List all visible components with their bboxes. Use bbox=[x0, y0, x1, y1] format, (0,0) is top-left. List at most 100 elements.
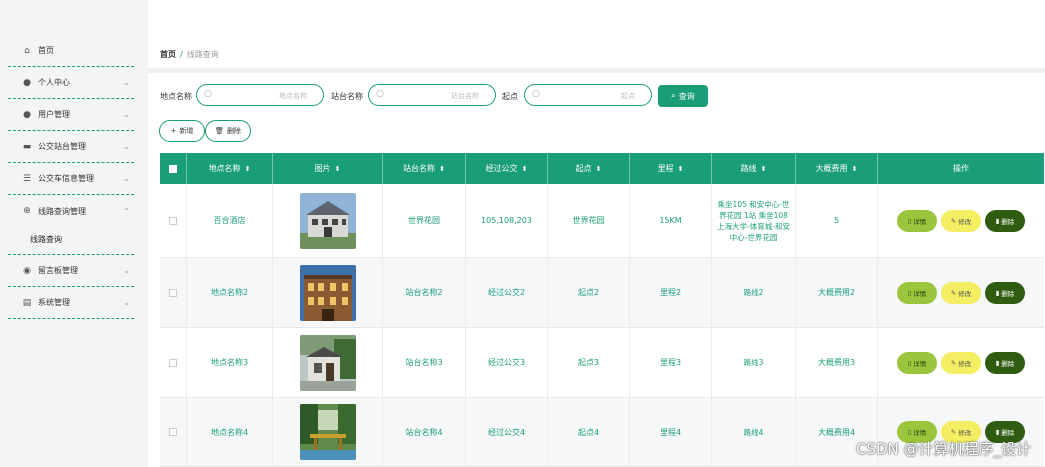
row-checkbox-cell[interactable] bbox=[160, 184, 187, 257]
edit-label: 修改 bbox=[958, 217, 972, 226]
clipboard-icon: ▤ bbox=[22, 297, 32, 308]
hotel-photo bbox=[299, 192, 356, 249]
col-route[interactable]: 路线 ⬍ bbox=[712, 153, 796, 184]
cell-station: 站台名称4 bbox=[383, 398, 466, 466]
cell-mileage: 里程3 bbox=[630, 328, 712, 397]
file-icon: ▯ bbox=[907, 288, 912, 297]
sidebar-item-label: 留言板管理 bbox=[38, 266, 78, 275]
sidebar-item-home[interactable]: ⌂ 首页 bbox=[8, 35, 134, 67]
cell-actions: ▯ 详情 ✎ 修改 ▮ 删除 bbox=[878, 258, 1044, 327]
table-header: 地点名称 ⬍ 图片 ⬍ 站台名称 ⬍ 经过公交 ⬍ 起点 ⬍ 里程 ⬍ 路线 ⬍ 大概费用 ⬍ … bbox=[160, 153, 1044, 184]
detail-button[interactable]: ▯ 详情 bbox=[897, 281, 937, 304]
search-button[interactable]: ⌕ 查询 bbox=[658, 85, 708, 107]
row-checkbox[interactable] bbox=[169, 428, 177, 436]
delete-button[interactable]: ▮ 删除 bbox=[985, 209, 1025, 232]
col-image[interactable]: 图片 ⬍ bbox=[273, 153, 383, 184]
pencil-icon: ✎ bbox=[950, 358, 957, 367]
pencil-icon: ✎ bbox=[950, 428, 957, 436]
cell-mileage: 里程2 bbox=[630, 258, 712, 327]
col-place[interactable]: 地点名称 ⬍ bbox=[187, 153, 273, 184]
start-input[interactable]: ○ 起点 bbox=[524, 84, 652, 106]
add-button-label: 新增 bbox=[179, 127, 194, 135]
sidebar-item-stations[interactable]: ▬ 公交站台管理 ⌄ bbox=[8, 131, 134, 163]
search-bar: 地点名称 ○ 地点名称 站台名称 ○ 站台名称 起点 ○ 起点 ⌕ 查询 bbox=[148, 84, 1045, 108]
sort-icon[interactable]: ⬍ bbox=[439, 165, 445, 173]
cell-place: 百合酒店 bbox=[187, 184, 273, 257]
detail-button[interactable]: ▯ 详情 bbox=[897, 351, 937, 374]
cell-bus: 经过公交3 bbox=[466, 328, 548, 397]
breadcrumb-home[interactable]: 首页 bbox=[160, 50, 176, 59]
chevron-down-icon: ⌄ bbox=[123, 142, 130, 151]
cell-place: 地点名称4 bbox=[187, 398, 273, 466]
pencil-icon: ✎ bbox=[950, 216, 957, 225]
file-icon: ▯ bbox=[907, 428, 912, 436]
chevron-up-icon: ⌃ bbox=[123, 206, 130, 216]
col-label: 起点 bbox=[575, 164, 592, 173]
watermark: CSDN @计算机程序_设计 bbox=[855, 440, 1031, 458]
start-placeholder: 起点 bbox=[621, 92, 635, 100]
sort-icon[interactable]: ⬍ bbox=[852, 165, 858, 173]
edit-button[interactable]: ✎ 修改 bbox=[941, 209, 981, 232]
col-bus[interactable]: 经过公交 ⬍ bbox=[466, 153, 548, 184]
sort-icon[interactable]: ⬍ bbox=[522, 165, 528, 173]
row-checkbox[interactable] bbox=[169, 288, 177, 297]
col-label: 地点名称 bbox=[208, 164, 241, 173]
sidebar-item-label: 公交车信息管理 bbox=[38, 174, 94, 183]
col-start[interactable]: 起点 ⬍ bbox=[548, 153, 630, 184]
sidebar-item-profile[interactable]: ● 个人中心 ⌄ bbox=[8, 67, 134, 99]
sort-icon[interactable]: ⬍ bbox=[678, 165, 684, 173]
user-icon: ● bbox=[23, 77, 31, 88]
cell-actions: ▯ 详情 ✎ 修改 ▮ 删除 bbox=[878, 184, 1044, 257]
sort-icon[interactable]: ⬍ bbox=[596, 165, 602, 173]
sidebar-divider bbox=[8, 223, 134, 255]
col-mileage[interactable]: 里程 ⬍ bbox=[630, 153, 712, 184]
sort-icon[interactable]: ⬍ bbox=[245, 165, 251, 173]
list-icon: ☰ bbox=[22, 173, 32, 184]
trash-icon: ▮ bbox=[995, 428, 1000, 436]
place-name-input[interactable]: ○ 地点名称 bbox=[196, 84, 324, 106]
cell-mileage: 15KM bbox=[630, 184, 712, 257]
cell-cost: 5 bbox=[796, 184, 878, 257]
row-checkbox-cell[interactable] bbox=[160, 328, 187, 397]
sidebar-subitem-route-query[interactable]: 线路查询 bbox=[30, 234, 62, 245]
sidebar-item-route-query[interactable]: ⊕ 线路查询管理 ⌃ bbox=[8, 195, 134, 227]
file-icon: ▯ bbox=[907, 216, 912, 225]
row-checkbox-cell[interactable] bbox=[160, 398, 187, 466]
edit-button[interactable]: ✎ 修改 bbox=[941, 281, 981, 304]
detail-label: 详情 bbox=[913, 429, 927, 437]
row-checkbox[interactable] bbox=[169, 358, 177, 367]
sidebar-item-messages[interactable]: ◉ 留言板管理 ⌄ bbox=[8, 255, 134, 287]
place-name-placeholder: 地点名称 bbox=[279, 92, 307, 100]
sidebar-item-system[interactable]: ▤ 系统管理 ⌄ bbox=[8, 287, 134, 319]
row-checkbox-cell[interactable] bbox=[160, 258, 187, 327]
sidebar: ⌂ 首页 ● 个人中心 ⌄ ● 用户管理 ⌄ ▬ 公交站台管理 ⌄ ☰ 公交车信… bbox=[0, 0, 148, 467]
search-icon: ⌕ bbox=[671, 91, 676, 100]
sidebar-item-users[interactable]: ● 用户管理 ⌄ bbox=[8, 99, 134, 131]
station-name-input[interactable]: ○ 站台名称 bbox=[368, 84, 496, 106]
cell-bus: 105,108,203 bbox=[466, 184, 548, 257]
select-all-checkbox[interactable] bbox=[169, 164, 177, 173]
sidebar-item-label: 用户管理 bbox=[38, 110, 70, 119]
delete-button[interactable]: ▮ 删除 bbox=[985, 281, 1025, 304]
col-station[interactable]: 站台名称 ⬍ bbox=[383, 153, 466, 184]
sort-icon[interactable]: ⬍ bbox=[761, 165, 767, 173]
cell-route: 路线3 bbox=[712, 328, 796, 397]
home-icon: ⌂ bbox=[24, 45, 30, 56]
row-checkbox[interactable] bbox=[169, 216, 177, 225]
select-all-checkbox-cell[interactable] bbox=[160, 153, 187, 184]
sidebar-item-bus-info[interactable]: ☰ 公交车信息管理 ⌄ bbox=[8, 163, 134, 195]
col-label: 操作 bbox=[953, 164, 969, 173]
users-icon: ● bbox=[23, 109, 31, 120]
edit-button[interactable]: ✎ 修改 bbox=[941, 351, 981, 374]
add-button[interactable]: + 新增 bbox=[159, 120, 205, 142]
detail-button[interactable]: ▯ 详情 bbox=[897, 209, 937, 232]
col-cost[interactable]: 大概费用 ⬍ bbox=[796, 153, 878, 184]
main-content: 首页 / 线路查询 地点名称 ○ 地点名称 站台名称 ○ 站台名称 起点 ○ 起点 … bbox=[148, 0, 1045, 467]
detail-label: 详情 bbox=[913, 289, 927, 298]
delete-button[interactable]: ▮ 删除 bbox=[985, 351, 1025, 374]
sort-icon[interactable]: ⬍ bbox=[335, 165, 341, 173]
search-icon: ○ bbox=[376, 89, 384, 99]
cell-place: 地点名称2 bbox=[187, 258, 273, 327]
bulk-delete-button[interactable]: 🗑 删除 bbox=[205, 120, 251, 142]
plus-icon: + bbox=[170, 127, 177, 135]
